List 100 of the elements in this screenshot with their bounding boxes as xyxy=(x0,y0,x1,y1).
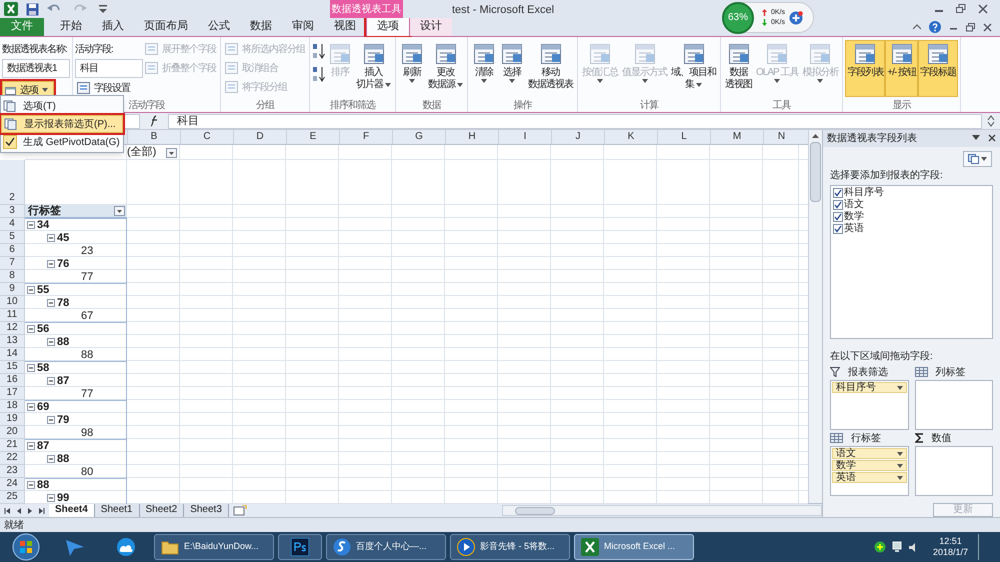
column-header[interactable]: L xyxy=(657,130,710,144)
ribbon-tab[interactable]: 页面布局 xyxy=(134,17,198,36)
column-header[interactable]: D xyxy=(233,130,286,144)
column-header[interactable]: H xyxy=(445,130,498,144)
collapse-icon[interactable] xyxy=(47,298,55,306)
row-header[interactable]: 18 xyxy=(0,400,25,413)
collapse-icon[interactable] xyxy=(27,402,35,410)
field-chip[interactable]: 科目序号 xyxy=(832,382,906,393)
save-icon[interactable] xyxy=(26,2,39,16)
checkbox[interactable] xyxy=(833,188,843,198)
row-header[interactable]: 17 xyxy=(0,387,25,400)
row-header[interactable]: 14 xyxy=(0,348,25,361)
close-icon[interactable] xyxy=(978,4,988,14)
plus-icon[interactable] xyxy=(789,10,804,24)
sort-icon[interactable] xyxy=(312,65,326,83)
column-header[interactable]: K xyxy=(604,130,657,144)
field-name[interactable]: 英语 xyxy=(844,221,864,236)
row-header[interactable]: 2 xyxy=(0,160,25,205)
insert-sheet-icon[interactable] xyxy=(232,505,247,516)
checkbox[interactable] xyxy=(833,212,843,222)
sheet-tab[interactable]: Sheet1 xyxy=(94,504,140,517)
dropdown-icon[interactable] xyxy=(972,135,980,142)
collapse-ribbon-icon[interactable] xyxy=(913,24,921,30)
ribbon-tab[interactable]: 选项 xyxy=(366,16,410,36)
row-header[interactable]: 25 xyxy=(0,491,25,504)
add-icon[interactable] xyxy=(874,541,886,553)
taskbar-button[interactable]: Microsoft Excel ... xyxy=(574,534,694,560)
ribbon-button[interactable]: +/- 按钮 xyxy=(885,40,918,97)
collapse-icon[interactable] xyxy=(47,416,55,424)
ribbon-button[interactable]: 移动 数据透视表 xyxy=(526,40,575,97)
ribbon-button[interactable]: 字段标题 xyxy=(918,40,958,97)
column-header[interactable]: M xyxy=(710,130,763,144)
first-sheet-icon[interactable] xyxy=(4,506,12,514)
row-header[interactable]: 19 xyxy=(0,413,25,426)
row-header[interactable]: 3 xyxy=(0,205,25,218)
row-header[interactable]: 5 xyxy=(0,231,25,244)
field-chip[interactable]: 英语 xyxy=(832,472,906,483)
cloud-icon[interactable] xyxy=(114,537,138,557)
taskbar-button[interactable]: 百度个人中心—... xyxy=(326,534,446,560)
sheet-tab[interactable]: Sheet4 xyxy=(49,504,95,517)
ribbon-tab[interactable]: 审阅 xyxy=(282,17,324,36)
collapse-icon[interactable] xyxy=(27,442,35,450)
ribbon-tab[interactable]: 插入 xyxy=(92,17,134,36)
ribbon-tab[interactable]: 视图 xyxy=(324,17,366,36)
next-sheet-icon[interactable] xyxy=(26,506,34,514)
help-icon[interactable] xyxy=(929,21,941,33)
ribbon-button[interactable]: 选择 xyxy=(498,40,526,97)
input-field[interactable]: 数据透视表1 xyxy=(2,59,70,78)
row-header[interactable]: 12 xyxy=(0,322,25,335)
ribbon-tab[interactable]: 数据 xyxy=(240,17,282,36)
menu-item[interactable]: 显示报表筛选页(P)... xyxy=(1,115,123,133)
row-header[interactable]: 20 xyxy=(0,426,25,439)
collapse-icon[interactable] xyxy=(27,220,35,228)
ribbon-button[interactable]: 刷新 xyxy=(398,40,426,97)
row-header[interactable]: 15 xyxy=(0,361,25,374)
row-header[interactable]: 23 xyxy=(0,465,25,478)
column-header[interactable]: N xyxy=(763,130,799,144)
formula-input-field[interactable]: 科目 xyxy=(168,114,982,128)
network-icon[interactable] xyxy=(892,541,902,553)
checkbox[interactable] xyxy=(833,200,843,210)
column-header[interactable]: E xyxy=(286,130,339,144)
taskbar-button[interactable] xyxy=(278,534,322,560)
ribbon-button[interactable]: 字段设置 xyxy=(75,79,143,97)
function-icon[interactable] xyxy=(148,115,160,127)
sheet-tab[interactable]: Sheet3 xyxy=(184,504,229,517)
row-header[interactable]: 21 xyxy=(0,439,25,452)
scroll-thumb[interactable] xyxy=(810,142,821,202)
collapse-icon[interactable] xyxy=(47,494,55,502)
row-header[interactable]: 13 xyxy=(0,335,25,348)
ribbon-tab[interactable]: 开始 xyxy=(50,17,92,36)
sheet-tab[interactable]: Sheet2 xyxy=(140,504,184,517)
filter-dropdown-icon[interactable] xyxy=(166,148,177,158)
collapse-icon[interactable] xyxy=(27,364,35,372)
excel-icon[interactable] xyxy=(4,2,18,16)
collapse-icon[interactable] xyxy=(47,260,55,268)
column-header[interactable]: I xyxy=(498,130,551,144)
close-icon[interactable] xyxy=(988,134,996,142)
collapse-icon[interactable] xyxy=(27,480,35,488)
filter-dropdown-icon[interactable] xyxy=(114,206,125,216)
expand-formula-bar-icon[interactable] xyxy=(986,115,996,127)
close-icon[interactable] xyxy=(983,22,992,32)
checkbox[interactable] xyxy=(833,224,843,234)
row-header[interactable]: 22 xyxy=(0,452,25,465)
menu-item[interactable]: 选项(T) xyxy=(1,97,123,115)
row-header[interactable]: 10 xyxy=(0,296,25,309)
row-header[interactable]: 11 xyxy=(0,309,25,322)
field-chip[interactable]: 语文 xyxy=(832,448,906,459)
collapse-icon[interactable] xyxy=(47,338,55,346)
input-field[interactable]: 科目 xyxy=(75,59,143,78)
column-header[interactable]: F xyxy=(339,130,392,144)
ribbon-button[interactable]: 数据 透视图 xyxy=(723,40,754,97)
row-header[interactable]: 6 xyxy=(0,244,25,257)
collapse-icon[interactable] xyxy=(27,324,35,332)
column-header[interactable]: C xyxy=(180,130,233,144)
ribbon-button[interactable]: 字段列表 xyxy=(845,40,886,97)
bird-icon[interactable] xyxy=(64,537,86,557)
column-header[interactable]: J xyxy=(551,130,604,144)
ribbon-button[interactable]: 更改 数据源 xyxy=(426,40,465,97)
vertical-scrollbar[interactable] xyxy=(808,130,822,503)
collapse-icon[interactable] xyxy=(47,234,55,242)
